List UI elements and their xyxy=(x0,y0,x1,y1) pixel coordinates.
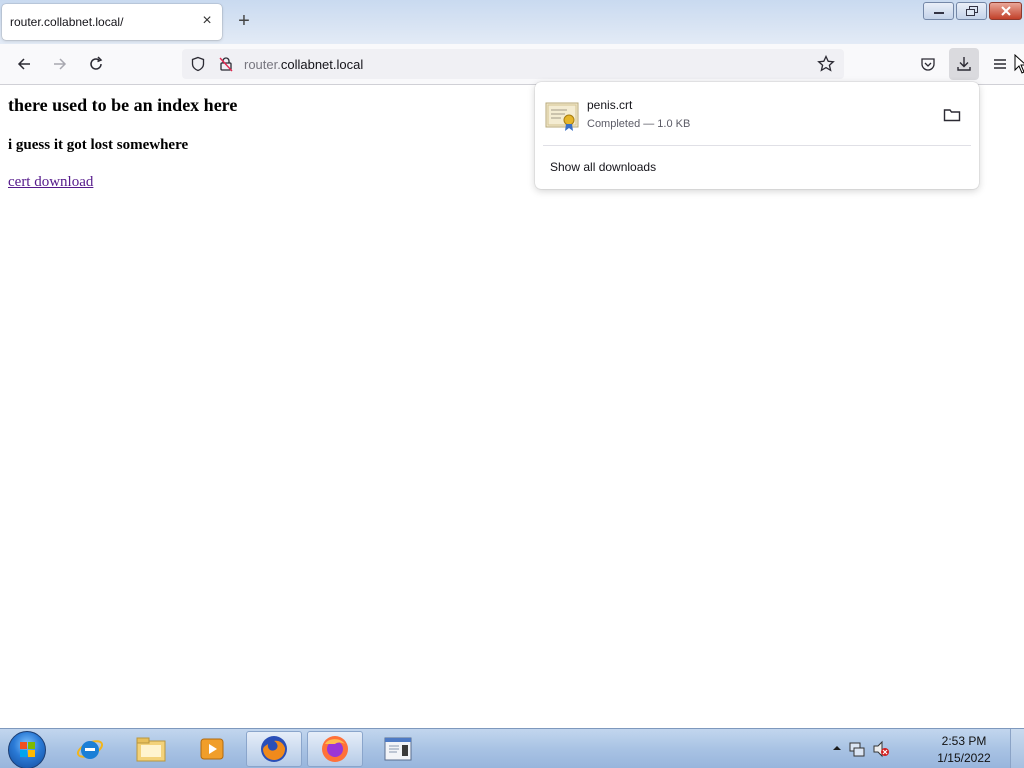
tab-active[interactable]: router.collabnet.local/ × xyxy=(2,4,222,40)
firefox-icon xyxy=(322,736,348,762)
taskbar-internet-explorer[interactable] xyxy=(62,731,118,767)
taskbar-firefox-1[interactable] xyxy=(246,731,302,767)
forward-button[interactable] xyxy=(50,54,70,74)
url-subdomain: router. xyxy=(244,57,281,72)
open-folder-icon[interactable] xyxy=(943,107,961,123)
menu-button[interactable] xyxy=(990,54,1010,74)
tab-close-icon[interactable]: × xyxy=(198,12,216,30)
pocket-button[interactable] xyxy=(918,54,938,74)
start-button[interactable] xyxy=(8,731,46,768)
navigation-toolbar: router.collabnet.local xyxy=(0,44,1024,85)
insecure-lock-icon[interactable] xyxy=(218,56,234,72)
show-desktop-button[interactable] xyxy=(1010,729,1024,768)
pocket-icon xyxy=(921,58,935,71)
tab-title: router.collabnet.local/ xyxy=(10,15,124,29)
divider xyxy=(543,145,971,146)
tab-strip: router.collabnet.local/ × + xyxy=(0,0,1024,44)
back-arrow-icon xyxy=(17,58,30,70)
window-icon xyxy=(384,737,412,761)
clock-date: 1/15/2022 xyxy=(937,751,991,765)
url-domain: collabnet.local xyxy=(280,57,364,72)
close-window-button[interactable] xyxy=(989,2,1022,20)
taskbar-window[interactable] xyxy=(370,731,426,767)
mouse-cursor-icon xyxy=(1014,54,1024,74)
back-button[interactable] xyxy=(14,54,34,74)
reload-icon xyxy=(90,56,103,70)
restore-button[interactable] xyxy=(956,2,987,20)
downloads-panel: penis.crt Completed — 1.0 KB Show all do… xyxy=(535,82,979,189)
file-explorer-icon xyxy=(136,737,166,762)
minimize-icon xyxy=(933,12,944,14)
cert-download-link[interactable]: cert download xyxy=(8,174,93,191)
taskbar-firefox-2[interactable] xyxy=(307,731,363,767)
network-icon[interactable] xyxy=(848,740,866,758)
download-filename: penis.crt xyxy=(587,98,633,112)
page-heading: there used to be an index here xyxy=(8,95,238,115)
hamburger-menu-icon xyxy=(994,59,1006,69)
address-bar[interactable]: router.collabnet.local xyxy=(182,49,844,79)
bookmark-star-icon[interactable] xyxy=(817,55,835,73)
firefox-icon xyxy=(261,736,287,762)
certificate-file-icon xyxy=(545,102,579,131)
taskbar-file-explorer[interactable] xyxy=(123,731,179,767)
restore-icon xyxy=(965,6,978,16)
page-subheading: i guess it got lost somewhere xyxy=(8,137,189,153)
new-tab-button[interactable]: + xyxy=(234,11,254,31)
download-arrow-icon xyxy=(957,57,971,71)
shield-icon[interactable] xyxy=(190,56,206,72)
windows-logo-icon xyxy=(20,742,35,757)
url-text[interactable]: router.collabnet.local xyxy=(244,57,363,72)
reload-button[interactable] xyxy=(86,54,106,74)
show-all-downloads-button[interactable]: Show all downloads xyxy=(550,160,656,174)
downloads-button[interactable] xyxy=(949,48,979,80)
clock-time: 2:53 PM xyxy=(941,734,987,748)
page-content: there used to be an index here i guess i… xyxy=(8,94,237,191)
internet-explorer-icon xyxy=(76,740,104,759)
volume-muted-icon[interactable] xyxy=(872,740,890,758)
taskbar: 2:53 PM 1/15/2022 xyxy=(0,728,1024,768)
download-status: Completed — 1.0 KB xyxy=(587,118,691,130)
forward-arrow-icon xyxy=(54,58,67,70)
minimize-button[interactable] xyxy=(923,2,954,20)
show-hidden-icons-icon[interactable] xyxy=(832,743,842,753)
taskbar-media-player[interactable] xyxy=(184,731,240,767)
close-icon xyxy=(1000,6,1011,16)
media-player-icon xyxy=(200,738,224,760)
window-controls xyxy=(921,2,1022,20)
